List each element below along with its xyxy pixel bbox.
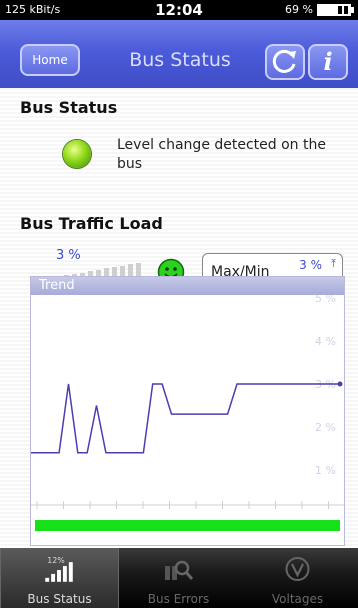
home-button[interactable]: Home (20, 44, 80, 76)
error-search-icon (165, 560, 194, 580)
battery-tip (351, 7, 354, 13)
battery-percent: 69 % (285, 3, 313, 16)
voltage-icon (285, 557, 310, 581)
trend-y-label: 5 % (315, 295, 336, 305)
status-bar: 125 kBit/s 12:04 69 % (0, 0, 358, 20)
battery-icon (317, 4, 351, 16)
trend-current-point (337, 381, 343, 387)
tab-bar: 12% Bus Status Bus Errors Voltages (0, 548, 358, 608)
tab-bus-errors-label: Bus Errors (147, 592, 210, 606)
tab-icon-percent: 12% (47, 556, 65, 565)
info-button[interactable]: i (308, 44, 348, 80)
trend-y-label: 1 % (315, 464, 336, 477)
trend-load-bar (35, 520, 340, 531)
status-led-icon (63, 140, 91, 168)
trend-series-line (31, 383, 340, 454)
trend-y-label: 4 % (315, 335, 336, 348)
page-title: Bus Status (129, 49, 231, 71)
screen: 125 kBit/s 12:04 69 % Home Bus Status i … (0, 0, 358, 608)
bus-status-message: Level change detected on the bus (117, 137, 326, 172)
info-icon: i (323, 47, 333, 76)
tab-bus-status[interactable]: 12% Bus Status (0, 548, 119, 608)
signal-bars-icon: 12% (45, 556, 73, 582)
trend-chart: 5 %4 %3 %2 %1 % (31, 295, 344, 531)
traffic-load-heading: Bus Traffic Load (20, 214, 163, 233)
tab-bus-status-label: Bus Status (27, 592, 92, 606)
tab-bus-errors[interactable]: Bus Errors (119, 548, 238, 608)
header: Home Bus Status i (0, 20, 358, 88)
tab-voltages-label: Voltages (271, 592, 324, 606)
refresh-icon (272, 49, 296, 73)
tab-voltages[interactable]: Voltages (238, 548, 357, 608)
traffic-load-percent: 3 % (56, 248, 81, 263)
trend-y-label: 2 % (315, 421, 336, 434)
trend-panel: Trend 5 % 4 % 3 % 2 % 1 % (30, 276, 345, 546)
max-value: 3 % (299, 258, 322, 272)
max-arrow-icon: ⤒ (331, 257, 336, 270)
bus-status-heading: Bus Status (20, 98, 118, 117)
refresh-button[interactable] (265, 44, 305, 80)
trend-title: Trend (31, 277, 344, 295)
